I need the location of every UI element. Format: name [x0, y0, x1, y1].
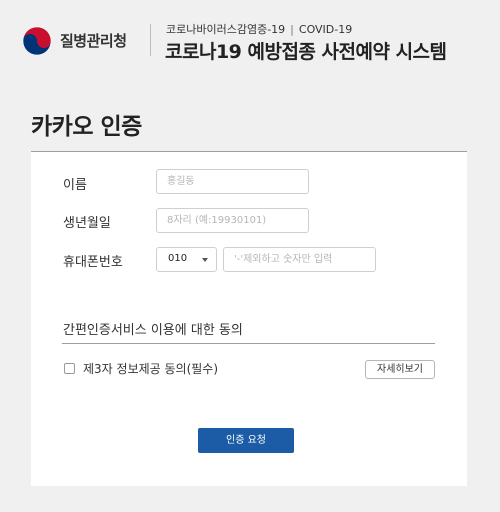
details-button[interactable]: 자세히보기	[365, 360, 435, 379]
consent-checkbox[interactable]	[64, 363, 75, 374]
phone-label: 휴대폰번호	[63, 255, 123, 270]
name-input[interactable]	[156, 169, 309, 194]
auth-request-button[interactable]: 인증 요청	[198, 428, 294, 453]
subtitle-korean: 코로나바이러스감염증-19	[166, 23, 286, 36]
name-label: 이름	[63, 178, 87, 193]
header-subtitle: 코로나바이러스감염증-19 | COVID-19	[166, 21, 352, 37]
subtitle-separator: |	[290, 23, 294, 36]
birth-label: 생년월일	[63, 216, 111, 231]
phone-prefix-select[interactable]: 010	[156, 247, 217, 272]
header-divider	[150, 24, 151, 56]
subtitle-english: COVID-19	[298, 23, 353, 36]
taegeuk-logo-icon	[22, 26, 52, 56]
chevron-down-icon	[202, 258, 208, 262]
auth-form-card: 이름 생년월일 휴대폰번호 010 간편인증서비스 이용에 대한 동의 제3자 …	[31, 151, 467, 486]
header: 질병관리청 코로나바이러스감염증-19 | COVID-19 코로나19 예방접종 …	[0, 0, 500, 80]
consent-divider	[62, 343, 435, 344]
page-title: 카카오 인증	[31, 114, 142, 140]
agency-name: 질병관리청	[60, 32, 127, 50]
consent-title: 간편인증서비스 이용에 대한 동의	[63, 323, 243, 338]
system-title: 코로나19 예방접종 사전예약 시스템	[165, 41, 447, 63]
consent-checkbox-label[interactable]: 제3자 정보제공 동의(필수)	[83, 360, 218, 377]
birth-date-input[interactable]	[156, 208, 309, 233]
phone-number-input[interactable]	[223, 247, 376, 272]
phone-prefix-value: 010	[168, 253, 188, 264]
